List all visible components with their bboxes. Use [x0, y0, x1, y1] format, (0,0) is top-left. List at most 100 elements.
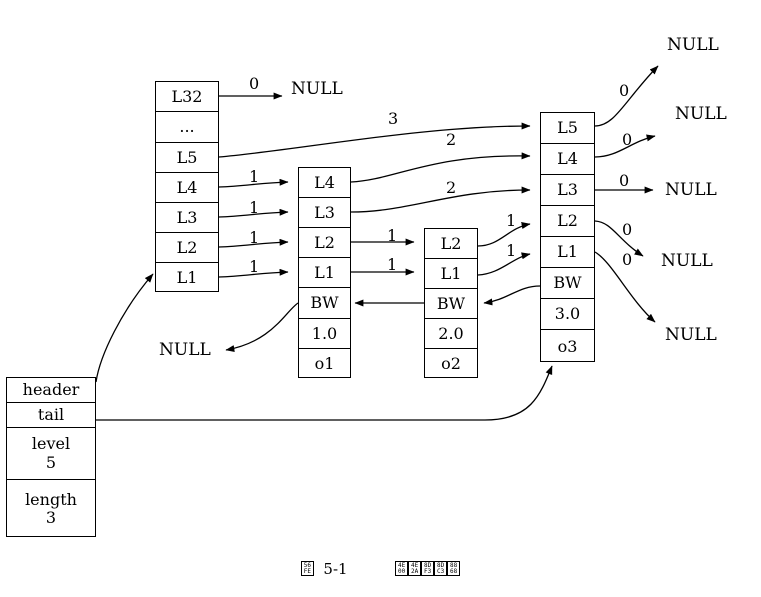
o3-object-label: o3 [557, 336, 578, 356]
o3-score: 3.0 [541, 299, 594, 330]
header-level-l4: L4 [156, 173, 218, 203]
header-level-l1-label: L1 [176, 268, 198, 287]
null-top-l32: NULL [291, 79, 343, 99]
header-level-ellipsis: ... [156, 112, 218, 143]
o3-level-l5: L5 [541, 113, 594, 144]
struct-field-length: length 3 [7, 480, 95, 538]
header-level-l3: L3 [156, 203, 218, 233]
caption-figure-number: 5-1 [318, 560, 348, 578]
o1-score: 1.0 [299, 319, 350, 349]
header-level-l32: L32 [156, 82, 218, 112]
link-o3l2-null [594, 220, 644, 257]
o2-backward-label: BW [436, 293, 466, 313]
o3-score-label: 3.0 [554, 304, 581, 323]
o1-level-l1: L1 [299, 258, 350, 288]
o2-backward: BW [425, 289, 477, 319]
span-o1-l4: 2 [446, 130, 457, 149]
header-level-ellipsis-label: ... [179, 117, 195, 136]
o1-score-label: 1.0 [311, 323, 338, 343]
o3-level-l1: L1 [541, 237, 594, 268]
caption-glyph-yi: 4E 00 [395, 561, 409, 576]
skiplist-diagram: header tail level 5 length 3 L32 ... L5 … [0, 0, 761, 597]
header-level-l5-label: L5 [176, 147, 198, 167]
o3-level-l1-label: L1 [557, 242, 578, 261]
o1-object-label: o1 [314, 354, 335, 373]
o1-level-l2-label: L2 [314, 232, 335, 252]
struct-field-length-label: length [25, 489, 77, 509]
o1-level-l1-label: L1 [314, 262, 335, 282]
null-right-3: NULL [665, 180, 717, 200]
o3-backward: BW [541, 268, 594, 299]
struct-field-header: header [7, 378, 95, 403]
header-level-l2: L2 [156, 233, 218, 263]
node-o1-box: L4 L3 L2 L1 BW 1.0 o1 [298, 167, 351, 378]
o2-level-l2: L2 [425, 229, 477, 259]
struct-field-level-label: level [31, 434, 71, 454]
span-header-l4: 1 [249, 167, 260, 186]
caption-glyph-tu: 56 FE [300, 561, 314, 576]
o3-level-l4: L4 [541, 144, 594, 175]
o1-level-l4-label: L4 [314, 172, 335, 192]
o2-score-label: 2.0 [438, 323, 464, 343]
o2-level-l1: L1 [425, 259, 477, 289]
header-level-l5: L5 [156, 143, 218, 173]
null-right-1: NULL [667, 35, 719, 55]
header-level-l1: L1 [156, 263, 218, 293]
span-o1-l2: 1 [387, 226, 398, 245]
node-o3-box: L5 L4 L3 L2 L1 BW 3.0 o3 [540, 112, 595, 362]
o2-object-label: o2 [441, 354, 461, 373]
link-header-l5-o3l5 [218, 122, 531, 158]
connector-layer [95, 65, 659, 421]
link-o1l3-o3l3 [350, 186, 531, 213]
span-header-l1: 1 [249, 257, 260, 276]
struct-field-level: level 5 [7, 428, 95, 480]
header-level-l32-label: L32 [171, 86, 203, 106]
span-header-l5: 3 [388, 109, 399, 128]
o1-backward-label: BW [310, 293, 339, 312]
span-o3-l3: 0 [619, 171, 630, 190]
link-o3-bw-o2 [483, 285, 541, 306]
span-o3-l2: 0 [622, 220, 633, 239]
header-level-l4-label: L4 [176, 177, 198, 197]
span-o2-l1: 1 [506, 241, 517, 260]
span-o2-l2: 1 [506, 211, 517, 230]
o3-level-l2-label: L2 [557, 211, 578, 230]
o3-level-l3: L3 [541, 175, 594, 206]
o1-level-l3: L3 [299, 198, 350, 228]
zskiplist-struct-box: header tail level 5 length 3 [6, 377, 96, 537]
span-header-l2: 1 [249, 228, 260, 247]
o2-level-l1-label: L1 [440, 263, 462, 283]
figure-caption: 56 FE 5-1 4E 00 4E 2A 8D F3 8D C3 88 68 [0, 560, 761, 578]
o1-backward: BW [299, 288, 350, 319]
span-header-l32: 0 [249, 74, 260, 93]
null-backward-o1: NULL [159, 340, 211, 360]
caption-glyph-tiao: 8D F3 [421, 561, 435, 576]
link-o2l1-o3l1 [477, 252, 531, 276]
header-level-l3-label: L3 [176, 207, 198, 227]
null-right-2: NULL [675, 104, 727, 124]
struct-field-header-label: header [22, 380, 80, 399]
node-o2-box: L2 L1 BW 2.0 o2 [424, 228, 478, 378]
link-o2l2-o3l2 [477, 222, 531, 247]
o1-level-l2: L2 [299, 228, 350, 258]
span-o3-l5: 0 [619, 81, 630, 100]
span-o3-l1: 0 [622, 250, 633, 269]
o2-object: o2 [425, 349, 477, 379]
struct-field-tail: tail [7, 403, 95, 428]
header-level-l2-label: L2 [176, 237, 198, 257]
struct-field-tail-label: tail [37, 405, 65, 424]
o1-level-l4: L4 [299, 168, 350, 198]
link-o1l4-o3l4 [350, 152, 531, 183]
caption-glyph-biao: 88 68 [447, 561, 461, 576]
o3-level-l4-label: L4 [557, 149, 578, 168]
span-header-l3: 1 [249, 198, 260, 217]
caption-glyph-yue: 8D C3 [434, 561, 448, 576]
span-o1-l3: 2 [446, 178, 457, 197]
o3-level-l2: L2 [541, 206, 594, 237]
null-right-5: NULL [665, 325, 717, 345]
o2-score: 2.0 [425, 319, 477, 349]
o3-backward-label: BW [553, 273, 582, 292]
o3-object: o3 [541, 330, 594, 363]
o2-level-l2-label: L2 [440, 233, 462, 253]
caption-glyph-ge: 4E 2A [408, 561, 422, 576]
